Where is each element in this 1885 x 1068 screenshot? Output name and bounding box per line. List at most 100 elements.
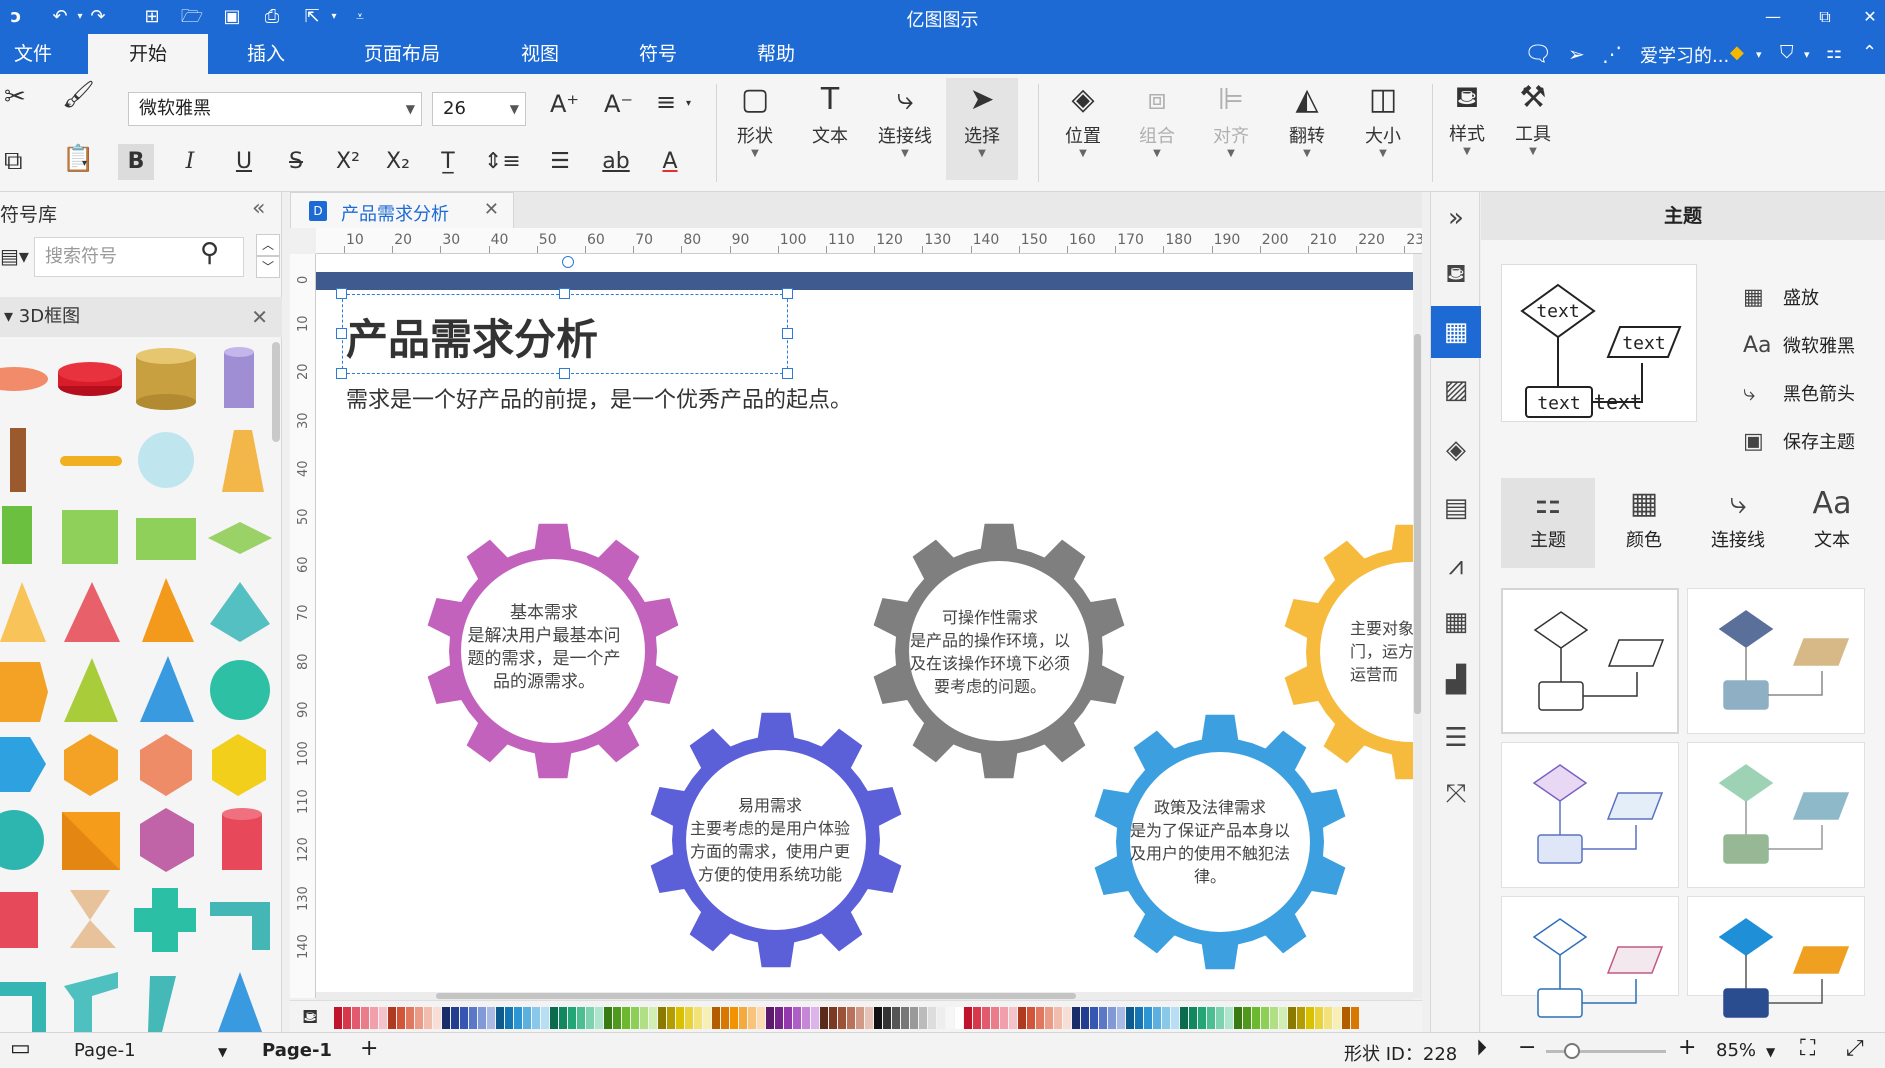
- zoom-in-icon[interactable]: +: [1678, 1035, 1696, 1060]
- line-spacing-icon[interactable]: ⇕≡: [484, 144, 521, 180]
- size-button[interactable]: ◫ 大小 ▼: [1348, 78, 1418, 159]
- color-swatch[interactable]: [937, 1007, 945, 1029]
- color-swatch[interactable]: [370, 1007, 378, 1029]
- color-swatch[interactable]: [820, 1007, 828, 1029]
- new-file-icon[interactable]: ⊞: [140, 5, 164, 29]
- flip-button[interactable]: ◭ 翻转 ▼: [1272, 78, 1342, 159]
- theme-tab-text[interactable]: Aa 文本: [1785, 478, 1879, 568]
- color-swatch[interactable]: [973, 1007, 981, 1029]
- color-swatch[interactable]: [712, 1007, 720, 1029]
- export-dropdown-icon[interactable]: ▾: [322, 5, 346, 29]
- color-swatch[interactable]: [874, 1007, 882, 1029]
- superscript-icon[interactable]: X²: [330, 144, 366, 180]
- color-swatch[interactable]: [928, 1007, 936, 1029]
- 3d-teal-pyramid-shape[interactable]: [210, 582, 270, 642]
- text-align-icon[interactable]: ≡: [656, 88, 676, 116]
- scroll-down-icon[interactable]: ﹀: [256, 256, 280, 278]
- scroll-up-icon[interactable]: ︿: [256, 234, 280, 256]
- tab-file[interactable]: 文件: [0, 34, 66, 74]
- color-swatch[interactable]: [1207, 1007, 1215, 1029]
- fill-icon[interactable]: ⛾: [1431, 248, 1481, 300]
- text-button[interactable]: T 文本: [795, 78, 865, 148]
- align-button[interactable]: ⊫ 对齐 ▼: [1196, 78, 1266, 159]
- print-icon[interactable]: ⎙: [260, 5, 284, 29]
- color-swatch[interactable]: [1063, 1007, 1071, 1029]
- color-swatch[interactable]: [415, 1007, 423, 1029]
- page-icon[interactable]: ▤: [1431, 482, 1481, 534]
- 3d-orange-pyramid-shape[interactable]: [142, 578, 194, 642]
- 3d-purple-cylinder-shape[interactable]: [224, 347, 254, 408]
- customize-toolbar-icon[interactable]: ⩡: [348, 5, 372, 29]
- subscript-icon[interactable]: X₂: [380, 144, 416, 180]
- theme-tab-color[interactable]: ▦ 颜色: [1597, 478, 1691, 568]
- theme-card[interactable]: [1501, 896, 1679, 1018]
- color-swatch[interactable]: [505, 1007, 513, 1029]
- 3d-teal-cross-shape[interactable]: [134, 888, 196, 952]
- document-tab[interactable]: D 产品需求分析 ✕: [290, 192, 514, 228]
- collapse-left-icon[interactable]: «: [252, 196, 265, 221]
- color-swatch[interactable]: [442, 1007, 450, 1029]
- tab-help[interactable]: 帮助: [736, 34, 816, 74]
- color-swatch[interactable]: [1099, 1007, 1107, 1029]
- chevron-down-icon[interactable]: ▼: [218, 1045, 227, 1059]
- color-swatch[interactable]: [901, 1007, 909, 1029]
- library-scrollbar[interactable]: [272, 342, 280, 442]
- color-swatch[interactable]: [1342, 1007, 1350, 1029]
- drawing-canvas[interactable]: 产品需求分析 需求是一个好产品的前提，是一个优秀产品的起点。 基本需求 是解决用…: [316, 254, 1413, 998]
- gear-text-operation[interactable]: 运 主要对象部门，运方便运营而: [1350, 594, 1413, 686]
- 3d-red-cylinder-shape[interactable]: [58, 362, 122, 396]
- color-swatch[interactable]: [1252, 1007, 1260, 1029]
- color-swatch[interactable]: [1279, 1007, 1287, 1029]
- position-button[interactable]: ◈ 位置 ▼: [1048, 78, 1118, 159]
- color-swatch[interactable]: [1243, 1007, 1251, 1029]
- gear-text-usability[interactable]: 易用需求 主要考虑的是用户体验方面的需求，使用户更方便的使用系统功能: [684, 794, 856, 886]
- theme-tab-theme[interactable]: ⚏ 主题: [1501, 478, 1595, 568]
- color-swatch[interactable]: [847, 1007, 855, 1029]
- 3d-teal-bracket-shape[interactable]: [0, 982, 46, 1032]
- color-swatch[interactable]: [838, 1007, 846, 1029]
- gear-text-operability[interactable]: 可操作性需求 是产品的操作环境，以及在该操作环境下必须要考虑的问题。: [904, 606, 1076, 698]
- color-swatch[interactable]: [397, 1007, 405, 1029]
- horizontal-scrollbar[interactable]: [316, 992, 1413, 1000]
- color-swatch[interactable]: [1000, 1007, 1008, 1029]
- 3d-blue-gem-shape[interactable]: [0, 737, 46, 792]
- 3d-red-pyramid-shape[interactable]: [64, 582, 120, 642]
- paste-dropdown-icon[interactable]: ▾: [82, 158, 87, 169]
- paste-icon[interactable]: 📋: [62, 144, 94, 174]
- outline-icon[interactable]: ☰: [1431, 712, 1481, 764]
- 3d-red-tube-shape[interactable]: [0, 892, 38, 948]
- theme-option-connector[interactable]: ⤷ 黑色箭头: [1743, 380, 1855, 406]
- skin-icon[interactable]: ⛉: [1780, 42, 1794, 63]
- vertical-scrollbar[interactable]: [1413, 254, 1422, 998]
- fit-page-icon[interactable]: ⛶: [1800, 1036, 1815, 1061]
- color-swatch[interactable]: [1144, 1007, 1152, 1029]
- font-color-icon[interactable]: A: [652, 144, 688, 180]
- color-swatch[interactable]: [1081, 1007, 1089, 1029]
- color-swatch[interactable]: [361, 1007, 369, 1029]
- color-swatch[interactable]: [1036, 1007, 1044, 1029]
- color-swatch[interactable]: [451, 1007, 459, 1029]
- color-swatch[interactable]: [550, 1007, 558, 1029]
- color-swatch[interactable]: [811, 1007, 819, 1029]
- 3d-rod-shape[interactable]: [10, 428, 26, 492]
- color-swatch[interactable]: [406, 1007, 414, 1029]
- page-view-icon[interactable]: ▭: [10, 1036, 31, 1061]
- 3d-red-cylinder-vertical-shape[interactable]: [222, 808, 262, 870]
- color-swatch[interactable]: [739, 1007, 747, 1029]
- color-swatch[interactable]: [622, 1007, 630, 1029]
- color-swatch[interactable]: [883, 1007, 891, 1029]
- 3d-green-prism-shape[interactable]: [2, 506, 32, 564]
- font-size-select[interactable]: 26 ▼: [432, 92, 526, 126]
- color-swatch[interactable]: [1117, 1007, 1125, 1029]
- redo-icon[interactable]: ↷: [86, 5, 110, 29]
- style-button[interactable]: ⛾ 样式 ▼: [1432, 76, 1502, 157]
- strikethrough-icon[interactable]: S: [278, 144, 314, 180]
- color-swatch[interactable]: [1108, 1007, 1116, 1029]
- connector-button[interactable]: ⤷ 连接线 ▼: [870, 78, 940, 159]
- image-icon[interactable]: ▨: [1431, 364, 1481, 416]
- color-swatch[interactable]: [586, 1007, 594, 1029]
- color-swatch[interactable]: [1216, 1007, 1224, 1029]
- 3d-disc-shape[interactable]: [0, 367, 48, 391]
- color-swatch[interactable]: [892, 1007, 900, 1029]
- color-swatch[interactable]: [775, 1007, 783, 1029]
